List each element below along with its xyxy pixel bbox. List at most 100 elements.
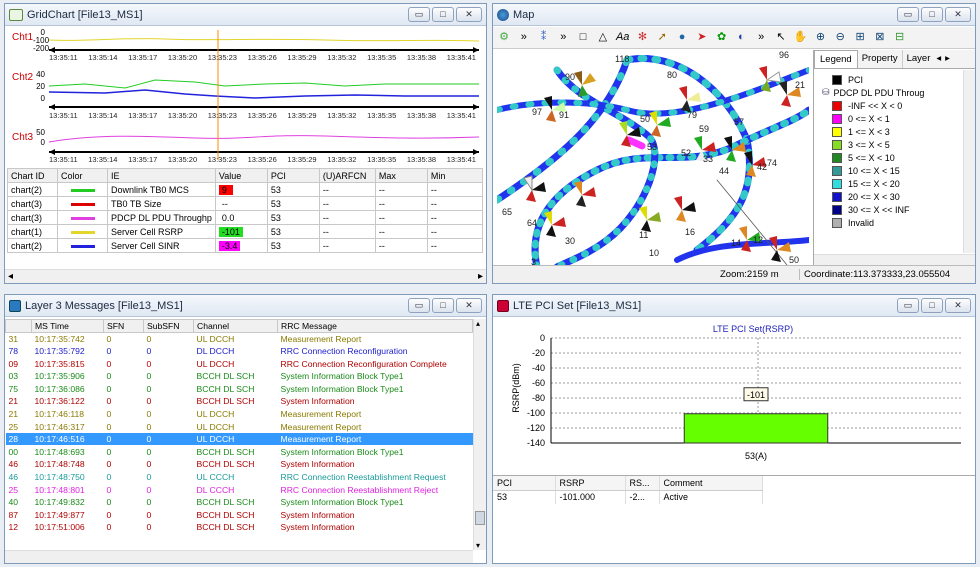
col-pci[interactable]: PCI <box>266 168 320 183</box>
maximize-button[interactable]: □ <box>432 7 454 22</box>
table-row[interactable]: 75 10:17:36:086 0 0 BCCH DL SCH System Inform… <box>6 382 473 395</box>
measure-icon[interactable]: ➚ <box>655 30 669 44</box>
text-icon[interactable]: Aa <box>616 30 630 44</box>
minimize-button[interactable]: ▭ <box>408 7 430 22</box>
col-rrc-message[interactable]: RRC Message <box>277 319 473 333</box>
drivetest-icon[interactable]: ✿ <box>715 30 729 44</box>
layers-icon[interactable]: ⁑ <box>537 30 551 44</box>
minimize-button[interactable]: ▭ <box>408 298 430 313</box>
l3-hscroll[interactable] <box>5 550 473 563</box>
col-subsfn[interactable]: SubSFN <box>143 319 194 333</box>
more-icon[interactable]: » <box>556 30 570 44</box>
zoom-in-icon[interactable]: ⊕ <box>814 30 828 44</box>
table-row[interactable]: 21 10:17:36:122 0 0 BCCH DL SCH System Inform… <box>6 395 473 408</box>
close-button[interactable]: ✕ <box>945 298 971 313</box>
table-row[interactable]: chart(2) Downlink TB0 MCS 9 53 -- -- -- <box>7 182 484 197</box>
col-index[interactable] <box>5 319 32 333</box>
layer-icon[interactable]: ⚙ <box>497 30 511 44</box>
l3-window-icon <box>9 299 21 312</box>
table-row[interactable]: 25 10:17:46:317 0 0 UL DCCH Measurement Repor… <box>6 420 473 433</box>
more-icon[interactable]: » <box>517 30 531 44</box>
table-row[interactable]: chart(3) PDCP DL PDU Throughp 0.0 53 -- -- -- <box>7 210 484 225</box>
col-comment[interactable]: Comment <box>659 476 763 491</box>
zoom-fit-icon[interactable]: ⊞ <box>853 30 867 44</box>
site-icon[interactable]: ✻ <box>635 30 649 44</box>
l3-titlebar[interactable]: Layer 3 Messages [File13_MS1] ▭ □ ✕ <box>5 295 486 317</box>
legend-panel: Legend Property Layer ◂ ▸ PCI ⛁ PDCP DL P… <box>813 50 975 267</box>
close-button[interactable]: ✕ <box>945 7 971 22</box>
table-row[interactable]: 12 10:17:51:006 0 0 BCCH DL SCH System Inform… <box>6 521 473 534</box>
minimize-button[interactable]: ▭ <box>897 298 919 313</box>
tab-property[interactable]: Property <box>858 50 903 68</box>
triangle-icon[interactable]: △ <box>596 30 610 44</box>
x-tick-label: 53(A) <box>745 451 767 461</box>
maximize-button[interactable]: □ <box>921 298 943 313</box>
col-ms-time[interactable]: MS Time <box>31 319 104 333</box>
minimize-button[interactable]: ▭ <box>897 7 919 22</box>
col-rsrp[interactable]: RSRP <box>555 476 626 491</box>
rrc-message-cell: System Information <box>280 396 355 407</box>
table-row[interactable]: 46 10:17:48:750 0 0 UL CCCH RRC Connection Re… <box>6 471 473 484</box>
rectangle-icon[interactable]: □ <box>576 30 590 44</box>
cell-icon[interactable]: ◐ <box>734 30 748 44</box>
color-swatch <box>71 202 95 206</box>
maximize-button[interactable]: □ <box>432 298 454 313</box>
more-icon[interactable]: » <box>754 30 768 44</box>
map-canvas[interactable]: 118 80 90 91 97 79 50 59 57 96 52 33 42 … <box>497 50 809 267</box>
zoom-window-icon[interactable]: ⊠ <box>873 30 887 44</box>
rrc-message-cell: System Information <box>280 522 355 533</box>
close-button[interactable]: ✕ <box>456 7 482 22</box>
table-row[interactable]: chart(1) Server Cell RSRP -101 53 -- -- -- <box>7 224 484 239</box>
table-row[interactable]: 28 10:17:46:516 0 0 UL DCCH Measurement Repor… <box>5 432 473 446</box>
pci-rsrp-chart[interactable]: LTE PCI Set(RSRP) RSRP(dBm) -101 0 -20 -40… <box>493 318 975 474</box>
col-value[interactable]: Value <box>214 168 268 183</box>
table-row[interactable]: chart(3) TB0 TB Size -- 53 -- -- -- <box>7 196 484 211</box>
table-row[interactable]: 87 10:17:49:877 0 0 BCCH DL SCH System Inform… <box>6 508 473 521</box>
table-row[interactable]: 00 10:17:48:693 0 0 BCCH DL SCH System Inform… <box>6 445 473 458</box>
l3-vscroll[interactable]: ▴ ▾ <box>473 319 486 550</box>
tab-scroll-left[interactable]: ◂ <box>934 50 943 68</box>
close-button[interactable]: ✕ <box>456 298 482 313</box>
tab-legend[interactable]: Legend <box>814 50 858 68</box>
table-row[interactable]: 09 10:17:35:815 0 0 UL DCCH RRC Connection Re… <box>6 357 473 370</box>
globe-tool-icon[interactable]: ● <box>675 30 689 44</box>
table-row[interactable]: 40 10:17:49:832 0 0 BCCH DL SCH System Inform… <box>6 496 473 509</box>
col-color[interactable]: Color <box>57 168 108 183</box>
table-row[interactable]: 03 10:17:35:906 0 0 BCCH DL SCH System Inform… <box>6 370 473 383</box>
pci-title: LTE PCI Set [File13_MS1] <box>513 299 642 312</box>
l3-cell: 21 <box>8 396 19 407</box>
route-icon[interactable]: ➤ <box>695 30 709 44</box>
col-channel[interactable]: Channel <box>193 319 278 333</box>
col-sfn[interactable]: SFN <box>103 319 144 333</box>
clear-icon[interactable]: ⊟ <box>893 30 907 44</box>
table-row[interactable]: 46 10:17:48:748 0 0 BCCH DL SCH System Inform… <box>6 458 473 471</box>
table-row[interactable]: 25 10:17:48:801 0 0 DL CCCH RRC Connection Re… <box>6 483 473 496</box>
table-row[interactable]: 31 10:17:35:742 0 0 UL DCCH Measurement Repor… <box>6 332 473 345</box>
col-arfcn[interactable]: (U)ARFCN <box>318 168 376 183</box>
col-max[interactable]: Max <box>374 168 428 183</box>
pci-titlebar[interactable]: LTE PCI Set [File13_MS1] ▭ □ ✕ <box>493 295 975 317</box>
maximize-button[interactable]: □ <box>921 7 943 22</box>
cell-label: 52 <box>681 148 691 158</box>
gridchart-svg[interactable] <box>5 26 486 166</box>
pan-icon[interactable]: ✋ <box>794 30 808 44</box>
pointer-icon[interactable]: ↖ <box>774 30 788 44</box>
tab-layer[interactable]: Layer <box>903 50 935 68</box>
table-row[interactable]: 21 10:17:46:118 0 0 UL DCCH Measurement Repor… <box>6 408 473 421</box>
col-min[interactable]: Min <box>426 168 484 183</box>
zoom-out-icon[interactable]: ⊖ <box>833 30 847 44</box>
table-row[interactable]: chart(2) Server Cell SINR -3.4 53 -- -- -- <box>7 238 484 253</box>
col-ie[interactable]: IE <box>107 168 216 183</box>
map-titlebar[interactable]: Map ▭ □ ✕ <box>493 4 975 26</box>
gridchart-titlebar[interactable]: GridChart [File13_MS1] ▭ □ ✕ <box>5 4 486 26</box>
col-pci[interactable]: PCI <box>493 476 556 491</box>
col-chart-id[interactable]: Chart ID <box>7 168 58 183</box>
legend-group[interactable]: ⛁ PDCP DL PDU Throug <box>822 86 975 99</box>
tab-scroll-right[interactable]: ▸ <box>943 50 952 68</box>
gridchart-hscroll[interactable]: ◂ ▸ <box>5 269 486 283</box>
table-row[interactable]: 78 10:17:35:792 0 0 DL DCCH RRC Connection Re… <box>6 345 473 358</box>
l3-scroll-thumb[interactable] <box>475 511 485 525</box>
table-row[interactable]: 53 -101.000 -2... Active <box>493 490 763 504</box>
col-rs[interactable]: RS... <box>625 476 660 491</box>
legend-vscroll[interactable] <box>963 70 975 253</box>
